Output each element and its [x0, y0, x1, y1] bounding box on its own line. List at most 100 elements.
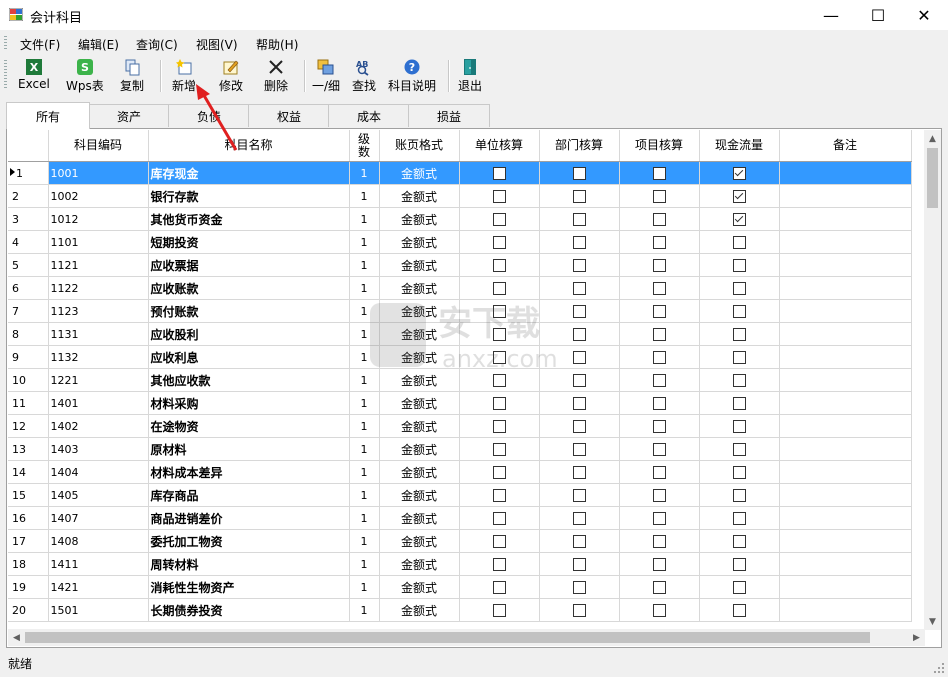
row-header[interactable]: 14	[8, 460, 49, 484]
table-row[interactable]: 20 1501 长期债券投资 1 金额式	[8, 598, 912, 622]
format-cell[interactable]: 金额式	[379, 184, 460, 208]
code-cell[interactable]: 1122	[48, 276, 149, 300]
remark-cell[interactable]	[779, 207, 912, 231]
cash-checkbox[interactable]	[732, 189, 746, 203]
remark-cell[interactable]	[779, 483, 912, 507]
project-checkbox[interactable]	[652, 511, 666, 525]
minimize-button[interactable]: —	[808, 0, 854, 30]
column-header-format[interactable]: 账页格式	[379, 130, 460, 162]
table-row[interactable]: 11 1401 材料采购 1 金额式	[8, 391, 912, 415]
level-cell[interactable]: 1	[349, 598, 380, 622]
dept-checkbox[interactable]	[572, 166, 586, 180]
code-cell[interactable]: 1501	[48, 598, 149, 622]
maximize-button[interactable]: ☐	[855, 0, 901, 30]
format-cell[interactable]: 金额式	[379, 437, 460, 461]
level-cell[interactable]: 1	[349, 230, 380, 254]
project-checkbox[interactable]	[652, 166, 666, 180]
scroll-down-arrow-icon[interactable]: ▼	[924, 613, 941, 630]
project-checkbox[interactable]	[652, 603, 666, 617]
name-cell[interactable]: 短期投资	[148, 230, 350, 254]
table-row[interactable]: 3 1012 其他货币资金 1 金额式	[8, 207, 912, 231]
menu-file[interactable]: 文件(F)	[20, 36, 60, 53]
code-cell[interactable]: 1421	[48, 575, 149, 599]
cash-checkbox[interactable]	[732, 419, 746, 433]
dept-checkbox[interactable]	[572, 534, 586, 548]
code-cell[interactable]: 1402	[48, 414, 149, 438]
tab-cost[interactable]: 成本	[328, 104, 410, 127]
remark-cell[interactable]	[779, 276, 912, 300]
unit-checkbox[interactable]	[492, 488, 506, 502]
name-cell[interactable]: 委托加工物资	[148, 529, 350, 553]
cash-checkbox[interactable]	[732, 511, 746, 525]
row-header[interactable]: 20	[8, 598, 49, 622]
cash-checkbox[interactable]	[732, 465, 746, 479]
format-cell[interactable]: 金额式	[379, 230, 460, 254]
cash-checkbox[interactable]	[732, 396, 746, 410]
project-checkbox[interactable]	[652, 442, 666, 456]
unit-checkbox[interactable]	[492, 511, 506, 525]
level-cell[interactable]: 1	[349, 161, 380, 185]
level-toggle-button[interactable]: 一/细	[312, 58, 340, 94]
format-cell[interactable]: 金额式	[379, 552, 460, 576]
format-cell[interactable]: 金额式	[379, 322, 460, 346]
dept-checkbox[interactable]	[572, 442, 586, 456]
table-row[interactable]: 4 1101 短期投资 1 金额式	[8, 230, 912, 254]
project-checkbox[interactable]	[652, 350, 666, 364]
horizontal-scrollbar[interactable]: ◀ ▶	[8, 629, 925, 646]
dept-checkbox[interactable]	[572, 189, 586, 203]
level-cell[interactable]: 1	[349, 368, 380, 392]
row-header[interactable]: 9	[8, 345, 49, 369]
format-cell[interactable]: 金额式	[379, 391, 460, 415]
dept-checkbox[interactable]	[572, 396, 586, 410]
unit-checkbox[interactable]	[492, 442, 506, 456]
row-header[interactable]: 1	[8, 161, 49, 185]
dept-checkbox[interactable]	[572, 373, 586, 387]
row-header[interactable]: 6	[8, 276, 49, 300]
column-header-project[interactable]: 项目核算	[619, 130, 700, 162]
tab-all[interactable]: 所有	[6, 102, 90, 129]
level-cell[interactable]: 1	[349, 483, 380, 507]
code-cell[interactable]: 1221	[48, 368, 149, 392]
project-checkbox[interactable]	[652, 557, 666, 571]
name-cell[interactable]: 应收票据	[148, 253, 350, 277]
unit-checkbox[interactable]	[492, 534, 506, 548]
dept-checkbox[interactable]	[572, 511, 586, 525]
resize-grip-icon[interactable]	[933, 662, 945, 674]
row-header[interactable]: 12	[8, 414, 49, 438]
format-cell[interactable]: 金额式	[379, 207, 460, 231]
project-checkbox[interactable]	[652, 488, 666, 502]
dept-checkbox[interactable]	[572, 327, 586, 341]
row-header[interactable]: 15	[8, 483, 49, 507]
excel-button[interactable]: X Excel	[18, 58, 50, 94]
level-cell[interactable]: 1	[349, 414, 380, 438]
close-button[interactable]: ✕	[901, 0, 947, 30]
horizontal-scroll-thumb[interactable]	[25, 632, 870, 643]
cash-checkbox[interactable]	[732, 580, 746, 594]
row-header[interactable]: 7	[8, 299, 49, 323]
name-cell[interactable]: 周转材料	[148, 552, 350, 576]
project-checkbox[interactable]	[652, 189, 666, 203]
name-cell[interactable]: 长期债券投资	[148, 598, 350, 622]
dept-checkbox[interactable]	[572, 580, 586, 594]
table-row[interactable]: 2 1002 银行存款 1 金额式	[8, 184, 912, 208]
project-checkbox[interactable]	[652, 419, 666, 433]
table-row[interactable]: 9 1132 应收利息 1 金额式	[8, 345, 912, 369]
format-cell[interactable]: 金额式	[379, 414, 460, 438]
dept-checkbox[interactable]	[572, 488, 586, 502]
menu-view[interactable]: 视图(V)	[196, 36, 238, 53]
unit-checkbox[interactable]	[492, 166, 506, 180]
remark-cell[interactable]	[779, 575, 912, 599]
format-cell[interactable]: 金额式	[379, 161, 460, 185]
dept-checkbox[interactable]	[572, 258, 586, 272]
format-cell[interactable]: 金额式	[379, 276, 460, 300]
level-cell[interactable]: 1	[349, 184, 380, 208]
dept-checkbox[interactable]	[572, 235, 586, 249]
table-row[interactable]: 18 1411 周转材料 1 金额式	[8, 552, 912, 576]
row-header[interactable]: 16	[8, 506, 49, 530]
unit-checkbox[interactable]	[492, 327, 506, 341]
cash-checkbox[interactable]	[732, 373, 746, 387]
cash-checkbox[interactable]	[732, 258, 746, 272]
project-checkbox[interactable]	[652, 396, 666, 410]
unit-checkbox[interactable]	[492, 212, 506, 226]
cash-checkbox[interactable]	[732, 212, 746, 226]
